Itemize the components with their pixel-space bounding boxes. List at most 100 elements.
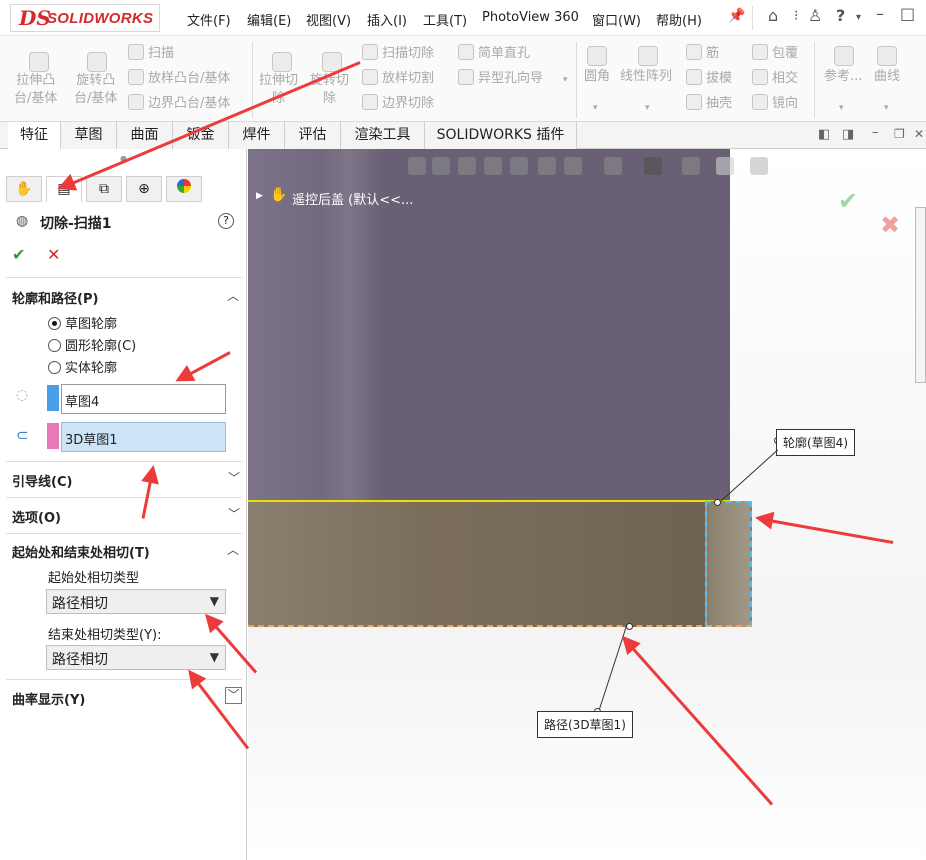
loft-boss-button[interactable]: 放样凸台/基体 bbox=[128, 69, 230, 89]
profile-callout[interactable]: 轮廓(草图4) bbox=[776, 429, 855, 456]
path-sketch[interactable] bbox=[248, 625, 752, 627]
display-style-icon[interactable] bbox=[564, 157, 582, 175]
profile-sketch[interactable] bbox=[705, 501, 752, 627]
tab-features[interactable]: 特征 bbox=[8, 122, 61, 149]
feature-tree-root[interactable]: 遥控后盖 (默认<<... bbox=[292, 189, 413, 208]
menu-file[interactable]: 文件(F) bbox=[187, 10, 231, 29]
home-icon[interactable]: ⌂ bbox=[768, 6, 778, 25]
cancel-x-icon[interactable]: ✕ bbox=[47, 245, 60, 264]
sweep-button[interactable]: 扫描 bbox=[128, 44, 174, 64]
panel-left-icon[interactable]: ◧ bbox=[818, 127, 830, 142]
zoom-fit-icon[interactable] bbox=[408, 157, 426, 175]
fillet-button[interactable]: 圆角 bbox=[584, 67, 610, 87]
previous-view-icon[interactable] bbox=[458, 157, 476, 175]
path-selection-box[interactable]: 3D草图1 bbox=[61, 422, 226, 452]
zoom-area-icon[interactable] bbox=[432, 157, 450, 175]
solidworks-logo[interactable]: DS SOLIDWORKS bbox=[10, 4, 160, 32]
pin-icon[interactable]: 📌 bbox=[728, 8, 745, 24]
maximize-icon[interactable]: □ bbox=[900, 4, 915, 23]
guide-curves-section-header[interactable]: 引导线(C) bbox=[12, 471, 72, 490]
menu-tools[interactable]: 工具(T) bbox=[423, 10, 467, 29]
task-pane-tabs[interactable] bbox=[915, 207, 926, 383]
radio-circular-profile[interactable]: 圆形轮廓(C) bbox=[48, 335, 136, 354]
mirror-button[interactable]: 镜向 bbox=[752, 94, 798, 114]
radio-sketch-profile[interactable]: 草图轮廓 bbox=[48, 313, 117, 332]
collapse-chevron-icon[interactable]: ︿ bbox=[227, 287, 239, 304]
confirm-ok-icon[interactable]: ✔ bbox=[838, 187, 858, 215]
options-section-header[interactable]: 选项(O) bbox=[12, 507, 61, 526]
minimize-icon[interactable]: – bbox=[876, 4, 884, 23]
tab-weldments[interactable]: 焊件 bbox=[229, 122, 285, 149]
intersect-button[interactable]: 相交 bbox=[752, 69, 798, 89]
boundary-boss-button[interactable]: 边界凸台/基体 bbox=[128, 94, 230, 114]
curves-dropdown-icon[interactable]: ▾ bbox=[884, 98, 889, 118]
curves-button[interactable]: 曲线 bbox=[874, 67, 900, 87]
start-tangency-select[interactable]: 路径相切 ▼ bbox=[46, 589, 226, 614]
menu-edit[interactable]: 编辑(E) bbox=[247, 10, 291, 29]
help-icon[interactable]: ? bbox=[836, 6, 845, 25]
view-settings-icon[interactable] bbox=[716, 157, 734, 175]
view-orientation-icon[interactable] bbox=[538, 157, 556, 175]
path-callout[interactable]: 路径(3D草图1) bbox=[537, 711, 633, 738]
hide-show-icon[interactable] bbox=[604, 157, 622, 175]
help-dropdown-icon[interactable]: ▾ bbox=[856, 12, 861, 23]
dynamic-annotation-icon[interactable] bbox=[510, 157, 528, 175]
tree-expand-icon[interactable]: ▶ bbox=[256, 191, 263, 201]
pattern-dropdown-icon[interactable]: ▾ bbox=[645, 98, 650, 118]
menu-photoview[interactable]: PhotoView 360 bbox=[482, 10, 579, 25]
edit-appearance-icon[interactable] bbox=[644, 157, 662, 175]
radio-solid-profile[interactable]: 实体轮廓 bbox=[48, 357, 117, 376]
expand-chevron-icon[interactable]: ﹀ bbox=[228, 505, 240, 522]
revolve-cut-button[interactable]: 旋转切 除 bbox=[310, 72, 349, 108]
tab-solidworks-addins[interactable]: SOLIDWORKS 插件 bbox=[425, 122, 577, 149]
menu-help[interactable]: 帮助(H) bbox=[656, 10, 702, 29]
loft-cut-button[interactable]: 放样切割 bbox=[362, 69, 434, 89]
confirm-cancel-icon[interactable]: ✖ bbox=[880, 211, 900, 239]
tangency-section-header[interactable]: 起始处和结束处相切(T) bbox=[12, 542, 150, 561]
end-tangency-select[interactable]: 路径相切 ▼ bbox=[46, 645, 226, 670]
profile-selection-box[interactable]: 草图4 bbox=[61, 384, 226, 414]
apply-scene-icon[interactable] bbox=[682, 157, 700, 175]
help-icon[interactable]: ? bbox=[218, 213, 234, 229]
tab-render-tools[interactable]: 渲染工具 bbox=[341, 122, 425, 149]
menu-insert[interactable]: 插入(I) bbox=[367, 10, 407, 29]
panel-right-icon[interactable]: ◨ bbox=[842, 127, 854, 142]
reference-dropdown-icon[interactable]: ▾ bbox=[839, 98, 844, 118]
monitor-icon[interactable] bbox=[750, 157, 768, 175]
shell-button[interactable]: 抽壳 bbox=[686, 94, 732, 114]
window-minimize-icon[interactable]: – bbox=[872, 125, 879, 140]
rib-button[interactable]: 筋 bbox=[686, 44, 719, 64]
window-close-icon[interactable]: ✕ bbox=[914, 127, 924, 141]
wrap-button[interactable]: 包覆 bbox=[752, 44, 798, 64]
configuration-manager-tab-icon[interactable]: ⧉ bbox=[86, 176, 122, 202]
feature-manager-tab-icon[interactable]: ✋ bbox=[6, 176, 42, 202]
menu-view[interactable]: 视图(V) bbox=[306, 10, 351, 29]
more-dots-icon[interactable]: ⁝ bbox=[794, 8, 798, 24]
menu-window[interactable]: 窗口(W) bbox=[592, 10, 641, 29]
hole-dropdown-icon[interactable]: ▾ bbox=[563, 70, 568, 90]
window-restore-icon[interactable]: ❐ bbox=[894, 127, 905, 141]
profile-path-section-header[interactable]: 轮廓和路径(P) bbox=[12, 288, 98, 307]
display-manager-tab-icon[interactable] bbox=[166, 176, 202, 202]
expand-chevron-icon[interactable]: ﹀ bbox=[228, 469, 240, 486]
curvature-display-section-header[interactable]: 曲率显示(Y) bbox=[12, 689, 85, 708]
section-view-icon[interactable] bbox=[484, 157, 502, 175]
graphics-viewport[interactable]: ▶ ✋ 遥控后盖 (默认<<... ✔ ✖ 轮廓(草图4) 路径(3D草图1) bbox=[248, 149, 926, 860]
draft-button[interactable]: 拔模 bbox=[686, 69, 732, 89]
simple-hole-button[interactable]: 简单直孔 bbox=[458, 44, 530, 64]
user-icon[interactable]: ♙ bbox=[808, 6, 822, 25]
sweep-cut-button[interactable]: 扫描切除 bbox=[362, 44, 434, 64]
reference-geometry-button[interactable]: 参考... bbox=[824, 67, 862, 87]
collapse-chevron-icon[interactable]: ︿ bbox=[227, 541, 239, 558]
expand-chevron-icon[interactable]: ﹀ bbox=[225, 687, 242, 704]
fillet-dropdown-icon[interactable]: ▾ bbox=[593, 98, 598, 118]
hole-wizard-button[interactable]: 异型孔向导 bbox=[458, 69, 543, 89]
linear-pattern-button[interactable]: 线性阵列 bbox=[620, 67, 672, 87]
tab-evaluate[interactable]: 评估 bbox=[285, 122, 341, 149]
revolve-boss-button[interactable]: 旋转凸 台/基体 bbox=[74, 72, 117, 108]
dimxpert-tab-icon[interactable]: ⊕ bbox=[126, 176, 162, 202]
ok-check-icon[interactable]: ✔ bbox=[12, 245, 25, 264]
boundary-cut-button[interactable]: 边界切除 bbox=[362, 94, 434, 114]
tab-sketch[interactable]: 草图 bbox=[61, 122, 117, 149]
extrude-boss-button[interactable]: 拉伸凸 台/基体 bbox=[14, 72, 57, 108]
